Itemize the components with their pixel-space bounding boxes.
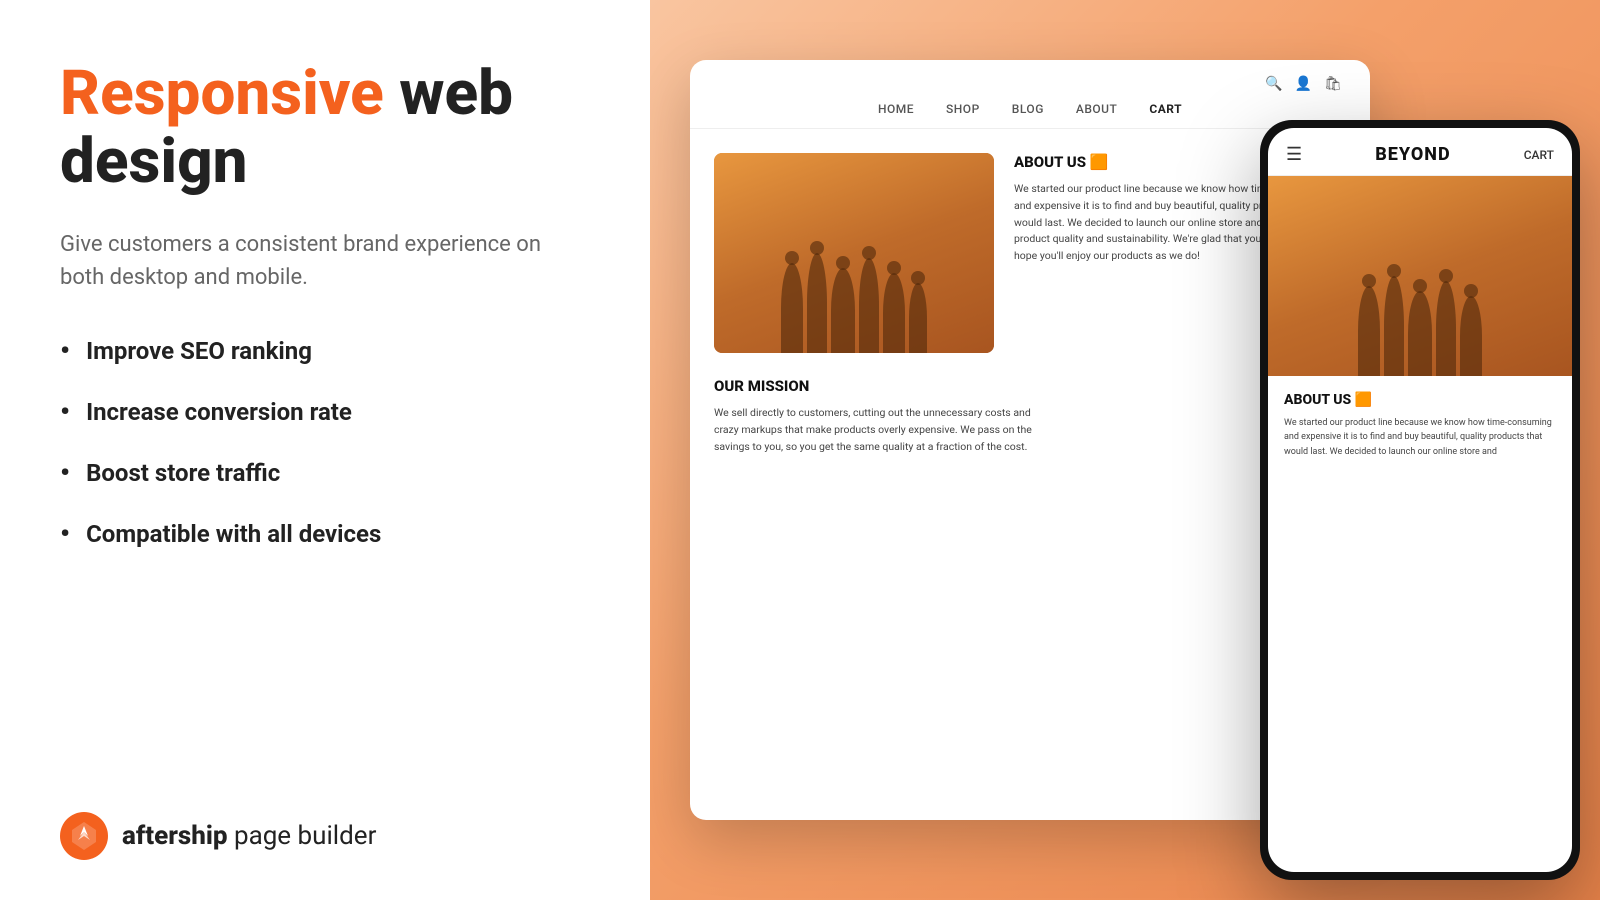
person-silhouette	[781, 263, 803, 353]
desktop-mission-section: OUR MISSION We sell directly to customer…	[714, 377, 1346, 455]
description: Give customers a consistent brand experi…	[60, 228, 580, 294]
mobile-content: ABOUT US 🟧 We started our product line b…	[1268, 376, 1572, 475]
list-item: Improve SEO ranking	[60, 334, 590, 367]
list-item: Increase conversion rate	[60, 395, 590, 428]
search-icon: 🔍	[1265, 76, 1282, 92]
right-panel: 🔍 👤 🛍 HOME SHOP BLOG ABOUT CART	[650, 0, 1600, 900]
headline-highlight: Responsive	[60, 57, 384, 130]
nav-home[interactable]: HOME	[878, 102, 914, 116]
mobile-hero-image	[1268, 176, 1572, 376]
person-silhouette	[1358, 286, 1380, 376]
feature-list: Improve SEO ranking Increase conversion …	[60, 334, 590, 550]
nav-about[interactable]: ABOUT	[1076, 102, 1117, 116]
person-silhouette	[1384, 276, 1404, 376]
left-content: Responsive web design Give customers a c…	[60, 60, 590, 578]
desktop-about-section: ABOUT US 🟧 We started our product line b…	[714, 153, 1346, 353]
mobile-brand: BEYOND	[1375, 144, 1450, 165]
mobile-cart-label: CART	[1524, 148, 1554, 162]
hamburger-icon: ☰	[1286, 144, 1302, 165]
brand-footer: aftership page builder	[60, 812, 590, 860]
desktop-nav: 🔍 👤 🛍 HOME SHOP BLOG ABOUT CART	[690, 60, 1370, 129]
mobile-about-body: We started our product line because we k…	[1284, 416, 1556, 459]
nav-shop[interactable]: SHOP	[946, 102, 980, 116]
person-silhouette	[883, 273, 905, 353]
list-item: Boost store traffic	[60, 456, 590, 489]
person-silhouette	[909, 283, 927, 353]
mobile-mockup: ☰ BEYOND CART ABOUT US 🟧	[1260, 120, 1580, 880]
desktop-nav-icons: 🔍 👤 🛍	[714, 76, 1346, 92]
mobile-header: ☰ BEYOND CART	[1268, 128, 1572, 176]
person-silhouette	[1436, 281, 1456, 376]
nav-cart[interactable]: CART	[1149, 102, 1182, 116]
headline: Responsive web design	[60, 60, 590, 196]
desktop-mission-title: OUR MISSION	[714, 377, 1346, 395]
person-silhouette	[859, 258, 879, 353]
mobile-screen: ☰ BEYOND CART ABOUT US 🟧	[1268, 128, 1572, 872]
left-panel: Responsive web design Give customers a c…	[0, 0, 650, 900]
desktop-nav-links: HOME SHOP BLOG ABOUT CART	[714, 102, 1346, 128]
aftership-logo	[60, 812, 108, 860]
list-item: Compatible with all devices	[60, 517, 590, 550]
brand-name: aftership page builder	[122, 821, 376, 851]
person-silhouette	[807, 253, 827, 353]
desktop-hero-image	[714, 153, 994, 353]
nav-blog[interactable]: BLOG	[1012, 102, 1044, 116]
desktop-mission-body: We sell directly to customers, cutting o…	[714, 405, 1034, 455]
cart-icon: 🛍	[1324, 76, 1342, 92]
person-silhouette	[1408, 291, 1432, 376]
mobile-about-title: ABOUT US 🟧	[1284, 392, 1556, 408]
user-icon: 👤	[1295, 76, 1312, 92]
person-silhouette	[831, 268, 855, 353]
person-silhouette	[1460, 296, 1482, 376]
